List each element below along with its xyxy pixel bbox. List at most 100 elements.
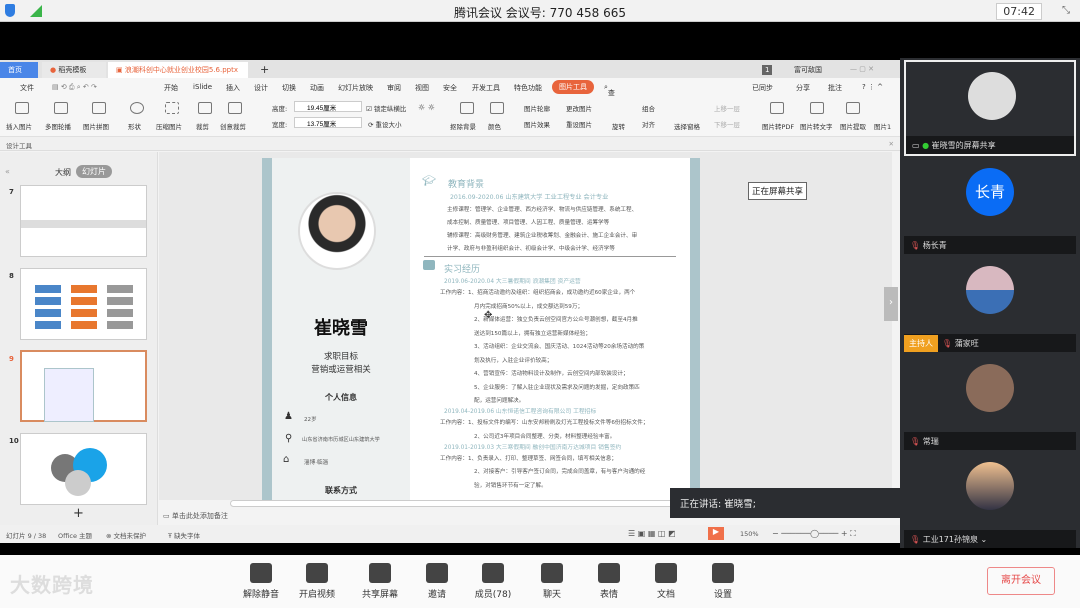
change-image-button[interactable]: 更改图片 — [566, 103, 592, 113]
sync-button[interactable]: 已同步 — [752, 83, 773, 93]
creative-crop-button[interactable]: 创意裁剪 — [220, 121, 246, 131]
to-pdf-button[interactable]: 图片转PDF — [762, 121, 794, 131]
menu-view[interactable]: 视图 — [415, 83, 429, 93]
to-text-button[interactable]: 图片转文字 — [800, 121, 833, 131]
tab-home[interactable]: 首页 — [0, 62, 38, 78]
resume-sidebar: 崔晓雪 求职目标 营销或运营相关 个人信息 ♟ 22岁 ⚲ 山东省济南市历城区山… — [262, 158, 410, 500]
width-input[interactable] — [294, 117, 362, 128]
height-input[interactable] — [294, 101, 362, 112]
docs-button[interactable]: 文档 — [641, 563, 691, 600]
compress-button[interactable]: 压缩图片 — [156, 121, 182, 131]
next-slide-arrow[interactable]: › — [884, 287, 898, 321]
chevron-down-icon[interactable]: ⌄ — [981, 535, 988, 544]
slide-thumb-9[interactable] — [20, 350, 147, 422]
help-icon[interactable]: ? ⋮ ^ — [862, 83, 883, 91]
participant-tile[interactable]: 主持人 🎙︎ 蒲家旺 — [904, 256, 1076, 352]
zoom-level[interactable]: 150% — [740, 530, 759, 538]
missing-font-label: 缺失字体 — [174, 532, 201, 540]
window-controls[interactable]: — ▢ ✕ — [842, 62, 882, 78]
emoji-button[interactable]: 表情 — [584, 563, 634, 600]
exit-fullscreen-icon[interactable]: ⤡ — [1062, 5, 1070, 16]
view-mode-icons[interactable]: ☰ ▣ ▦ ◫ ◩ — [628, 529, 676, 538]
tab-docer[interactable]: ● 稻壳模板 — [42, 62, 106, 78]
outline-tab[interactable]: 大纲 — [55, 167, 71, 178]
slide-thumb-10[interactable] — [20, 433, 147, 505]
collapse-panel-icon[interactable]: « — [5, 167, 10, 176]
slides-tab[interactable]: 幻灯片 — [76, 165, 112, 178]
outline-button[interactable]: 图片轮廓 — [524, 103, 550, 113]
participant-name: 杨长青 — [922, 241, 947, 250]
insert-image-button[interactable]: 插入图片 — [6, 121, 32, 131]
menu-review[interactable]: 审阅 — [387, 83, 401, 93]
new-tab-button[interactable]: + — [252, 60, 277, 76]
carousel-button[interactable]: 多图轮播 — [45, 121, 71, 131]
menu-slideshow[interactable]: 幻灯片放映 — [338, 83, 373, 93]
participant-tile[interactable]: ▭ ● 崔晓雪的屏幕共享 — [904, 60, 1076, 156]
account-name[interactable]: 富可敌国 — [786, 62, 830, 78]
menu-file[interactable]: 文件 — [20, 83, 34, 93]
play-button[interactable]: ▶ — [708, 527, 724, 540]
rotate-button[interactable]: 旋转 — [612, 121, 625, 131]
reset-image-button[interactable]: 重设图片 — [566, 119, 592, 129]
shape-button[interactable]: 形状 — [128, 121, 141, 131]
remove-bg-button[interactable]: 抠除背景 — [450, 121, 476, 131]
collage-button[interactable]: 图片拼图 — [83, 121, 109, 131]
to-text-icon — [810, 102, 824, 114]
quick-access-icons[interactable]: ▤ ⟲ ⎙ ⌕ ↶ ↷ — [52, 83, 97, 92]
participant-tile[interactable]: 🎙︎ 工业171孙锦泉 ⌄ — [904, 452, 1076, 548]
slide-panel: « 大纲 幻灯片 7 8 9 10 + — [0, 152, 158, 525]
reset-size-label: 重设大小 — [375, 121, 402, 129]
send-backward-button[interactable]: 下移一层 — [714, 119, 740, 129]
more-button[interactable]: 图片1 — [874, 121, 891, 131]
speaking-text: 正在讲话: 崔晓雪; — [680, 499, 756, 510]
menu-transition[interactable]: 切换 — [282, 83, 296, 93]
color-button[interactable]: 颜色 — [488, 121, 501, 131]
start-video-button[interactable]: 开启视频 — [292, 563, 342, 600]
close-design-icon[interactable]: ✕ — [889, 140, 894, 148]
add-slide-button[interactable]: + — [73, 506, 84, 521]
profile-photo[interactable] — [298, 192, 376, 270]
chat-button[interactable]: 聊天 — [527, 563, 577, 600]
missing-font[interactable]: Ŧ 缺失字体 — [168, 530, 200, 540]
unmute-icon — [250, 563, 272, 583]
menu-search[interactable]: ⌕查找 — [604, 83, 615, 107]
selection-pane-button[interactable]: 选择窗格 — [674, 121, 700, 131]
menu-features[interactable]: 特色功能 — [514, 83, 542, 93]
invite-button[interactable]: 邀请 — [412, 563, 462, 600]
leave-meeting-button[interactable]: 离开会议 — [987, 567, 1055, 595]
crop-button[interactable]: 裁剪 — [196, 121, 209, 131]
tab-document[interactable]: ▣ 浪潮科创中心就业创业校园5.6.pptx — [108, 62, 248, 78]
participant-tile[interactable]: 🎙︎ 常瑞 — [904, 354, 1076, 450]
to-pdf-icon — [770, 102, 784, 114]
lock-ratio-checkbox[interactable]: ☑ 锁定纵横比 — [366, 103, 406, 113]
align-button[interactable]: 对齐 — [642, 119, 655, 129]
menu-animation[interactable]: 动画 — [310, 83, 324, 93]
unmute-button[interactable]: 解除静音 — [236, 563, 286, 600]
protect-status[interactable]: ⊗ 文档未保护 — [106, 530, 146, 540]
comment-button[interactable]: 批注 — [828, 83, 842, 93]
members-button[interactable]: 成员(78) — [468, 563, 518, 600]
share-button[interactable]: 分享 — [796, 83, 810, 93]
effects-button[interactable]: 图片效果 — [524, 119, 550, 129]
bring-forward-button[interactable]: 上移一层 — [714, 103, 740, 113]
slide-thumb-7[interactable] — [20, 185, 147, 257]
participant-tile[interactable]: 长青 🎙︎ 杨长青 — [904, 158, 1076, 254]
zoom-slider[interactable]: − ──────◯──── + ⛶ — [772, 529, 872, 539]
settings-button[interactable]: 设置 — [698, 563, 748, 600]
goal-label: 求职目标 — [323, 352, 358, 362]
extract-button[interactable]: 图片提取 — [840, 121, 866, 131]
group-button[interactable]: 组合 — [642, 103, 655, 113]
share-screen-button[interactable]: 共享屏幕 — [355, 563, 405, 600]
extract-icon — [846, 102, 860, 114]
menu-design[interactable]: 设计 — [254, 83, 268, 93]
brightness-contrast-icons[interactable]: ☼ ☼ — [418, 103, 435, 112]
menu-picture-tools[interactable]: 图片工具 — [552, 80, 594, 94]
menu-devtools[interactable]: 开发工具 — [472, 83, 500, 93]
menu-start[interactable]: 开始 — [164, 83, 178, 93]
emoji-label: 表情 — [599, 590, 618, 600]
reset-size-button[interactable]: ⟳ 重设大小 — [368, 119, 402, 129]
slide-thumb-8[interactable] — [20, 268, 147, 340]
menu-security[interactable]: 安全 — [443, 83, 457, 93]
menu-islide[interactable]: iSlide — [193, 83, 212, 91]
menu-insert[interactable]: 插入 — [226, 83, 240, 93]
